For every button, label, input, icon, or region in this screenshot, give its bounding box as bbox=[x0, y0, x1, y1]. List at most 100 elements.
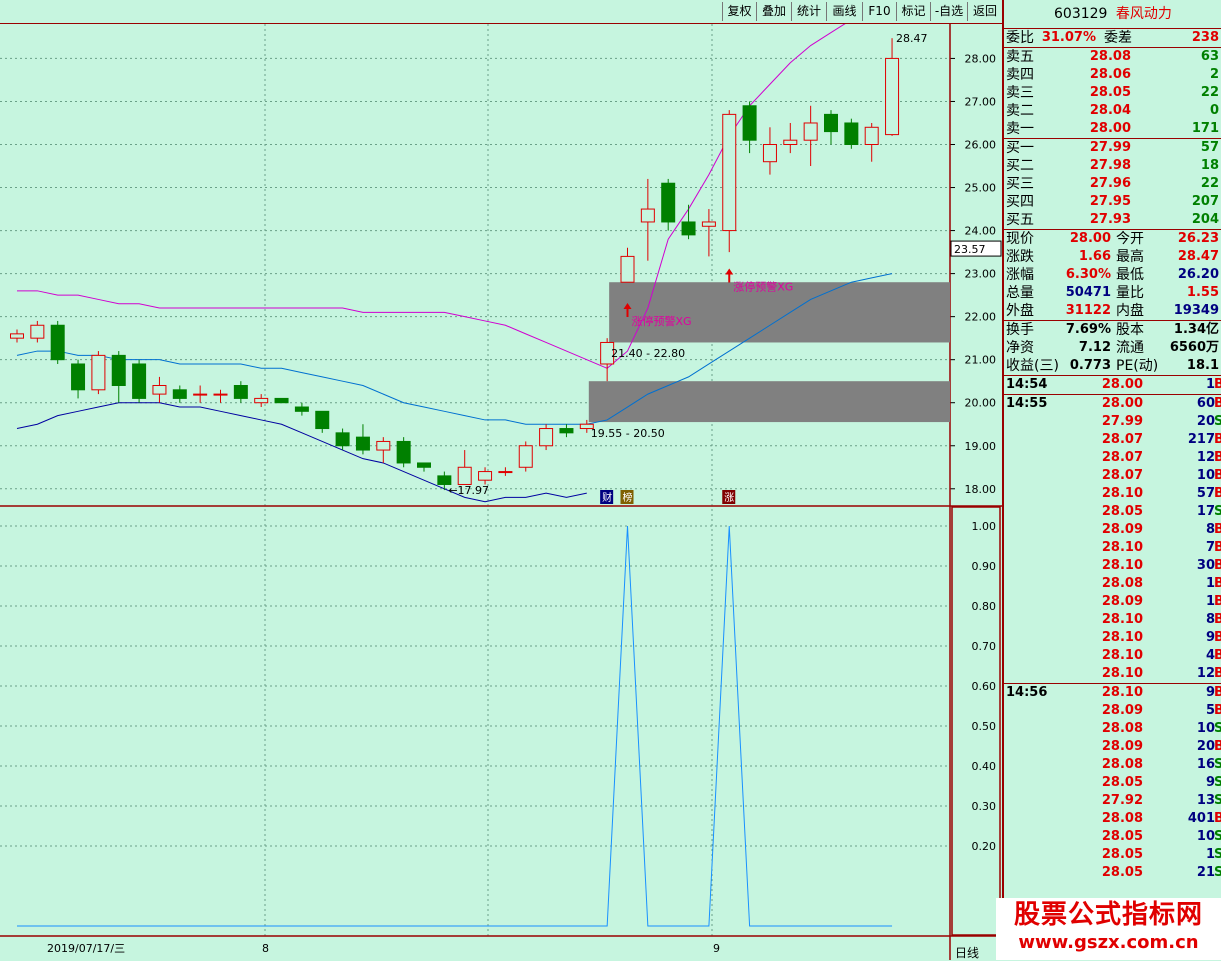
tick-price: 28.08 bbox=[1101, 757, 1143, 772]
candle-body bbox=[233, 385, 248, 399]
tick-side: B bbox=[1214, 629, 1221, 647]
candle-body bbox=[355, 436, 370, 451]
tick-price: 27.99 bbox=[1101, 414, 1143, 429]
stat-label: 最高 bbox=[1116, 249, 1144, 265]
tick-side: S bbox=[1214, 864, 1221, 882]
tick-volume: 10 bbox=[1196, 829, 1215, 844]
tick-time: 14:56 bbox=[1006, 685, 1048, 700]
toolbar-button-2[interactable]: 统计 bbox=[791, 2, 826, 21]
stat-label: 量比 bbox=[1116, 285, 1144, 301]
tick-row: 28.10 12B bbox=[1004, 665, 1221, 683]
indicator-tick-label: 0.50 bbox=[972, 720, 997, 733]
toolbar-button-0[interactable]: 复权 bbox=[722, 2, 756, 21]
fin-value: 1.34亿 bbox=[1173, 322, 1219, 337]
tick-side: B bbox=[1214, 611, 1221, 629]
tick-row: 28.109B bbox=[1004, 629, 1221, 647]
toolbar-button-5[interactable]: 标记 bbox=[896, 2, 930, 21]
tick-row: 28.104B bbox=[1004, 647, 1221, 665]
tick-side: S bbox=[1214, 792, 1221, 810]
tick-time: 14:55 bbox=[1006, 396, 1048, 411]
toolbar-button-4[interactable]: F10 bbox=[862, 2, 896, 21]
candle-body bbox=[417, 462, 431, 468]
bid-row: 买三 27.96 22 bbox=[1004, 175, 1221, 193]
price-tick-label: 19.00 bbox=[965, 440, 997, 453]
tick-row: 28.10 57B bbox=[1004, 485, 1221, 503]
chart-annotation: ←17.97 bbox=[448, 484, 489, 497]
tick-list[interactable]: 14:5428.001B14:5528.0060B27.9920S28.0721… bbox=[1004, 376, 1221, 882]
ask-row: 卖五 28.08 63 bbox=[1004, 48, 1221, 66]
tick-row: 28.098B bbox=[1004, 521, 1221, 539]
price-tick-label: 18.00 bbox=[965, 483, 997, 496]
fin-label: 换手 bbox=[1006, 322, 1034, 338]
candle-body bbox=[803, 122, 818, 141]
candle-body bbox=[132, 363, 147, 399]
stat-label: 现价 bbox=[1006, 231, 1034, 247]
bid-price: 27.96 bbox=[1089, 176, 1131, 191]
tick-volume: 60 bbox=[1196, 396, 1215, 411]
price-tick-label: 26.00 bbox=[965, 139, 997, 152]
tick-row: 28.051S bbox=[1004, 846, 1221, 864]
fin-label: 流通 bbox=[1116, 340, 1144, 356]
tick-price: 28.00 bbox=[1101, 396, 1143, 411]
toolbar-button-7[interactable]: 返回 bbox=[967, 2, 1002, 21]
tick-volume: 10 bbox=[1196, 468, 1215, 483]
support-zone bbox=[588, 381, 950, 423]
bid-price: 27.98 bbox=[1089, 158, 1131, 173]
tick-row: 14:55 28.00 60B bbox=[1004, 394, 1221, 413]
period-label[interactable]: 日线 bbox=[955, 944, 979, 961]
candle-body bbox=[71, 363, 86, 391]
kline-chart[interactable]: 28.00 27.00 26.00 25.00 24.00 23.00 22.00 21.00… bbox=[0, 24, 1002, 960]
tick-price: 28.10 bbox=[1101, 486, 1143, 501]
tick-side: S bbox=[1214, 846, 1221, 864]
tick-row: 28.08 10S bbox=[1004, 720, 1221, 738]
ma-line bbox=[16, 402, 587, 503]
tick-price: 28.10 bbox=[1101, 558, 1143, 573]
date-axis-label: 9 bbox=[713, 942, 720, 955]
tick-price: 28.10 bbox=[1101, 612, 1143, 627]
limit-up-arrow bbox=[725, 268, 734, 283]
tick-side: B bbox=[1214, 738, 1221, 756]
tick-price: 28.07 bbox=[1101, 432, 1143, 447]
tick-side: B bbox=[1214, 647, 1221, 665]
tick-volume: 21 bbox=[1196, 865, 1215, 880]
ask-volume: 63 bbox=[1200, 49, 1219, 64]
price-tick-label: 22.00 bbox=[965, 311, 997, 324]
tick-price: 28.09 bbox=[1101, 522, 1143, 537]
stat-row: 现价 28.00 今开 26.23 bbox=[1004, 230, 1221, 248]
event-marker-label: 榜 bbox=[623, 491, 633, 504]
candle-body bbox=[193, 393, 208, 396]
candle-body bbox=[30, 324, 45, 339]
order-diff-label: 委差 bbox=[1104, 30, 1132, 46]
toolbar-button-6[interactable]: -自选 bbox=[930, 2, 967, 21]
toolbar-button-1[interactable]: 叠加 bbox=[756, 2, 791, 21]
bid-price: 27.99 bbox=[1089, 140, 1131, 155]
stat-value: 26.23 bbox=[1177, 231, 1219, 246]
tick-side: B bbox=[1214, 593, 1221, 611]
bid-volume: 18 bbox=[1200, 158, 1219, 173]
indicator-tick-label: 0.60 bbox=[972, 680, 997, 693]
tick-row: 28.05 17S bbox=[1004, 503, 1221, 521]
tick-row: 28.081B bbox=[1004, 575, 1221, 593]
tick-row: 28.07 12B bbox=[1004, 449, 1221, 467]
watermark-title: 股票公式指标网 bbox=[1013, 900, 1203, 930]
indicator-tick-label: 0.80 bbox=[972, 600, 997, 613]
ask-price: 28.06 bbox=[1089, 67, 1131, 82]
stat-row: 涨幅 6.30% 最低 26.20 bbox=[1004, 266, 1221, 284]
stat-value: 31122 bbox=[1065, 303, 1111, 318]
stat-label: 涨跌 bbox=[1006, 249, 1034, 265]
tick-volume: 57 bbox=[1196, 486, 1215, 501]
price-tick-label: 23.00 bbox=[965, 268, 997, 281]
chart-annotation: 19.55 - 20.50 bbox=[591, 427, 665, 440]
tick-volume: 17 bbox=[1196, 504, 1215, 519]
indicator-tick-label: 0.30 bbox=[972, 800, 997, 813]
tick-row: 14:5428.001B bbox=[1004, 376, 1221, 394]
tick-side: B bbox=[1214, 810, 1221, 828]
site-watermark: 股票公式指标网 www.gszx.com.cn bbox=[996, 898, 1221, 960]
price-tick-label: 21.00 bbox=[965, 354, 997, 367]
chart-area[interactable]: 28.00 27.00 26.00 25.00 24.00 23.00 22.00 21.00… bbox=[0, 24, 1002, 960]
tick-side: S bbox=[1214, 720, 1221, 738]
stat-label: 内盘 bbox=[1116, 303, 1144, 319]
toolbar-button-3[interactable]: 画线 bbox=[826, 2, 862, 21]
ask-volume: 22 bbox=[1200, 85, 1219, 100]
candle-body bbox=[478, 471, 493, 481]
